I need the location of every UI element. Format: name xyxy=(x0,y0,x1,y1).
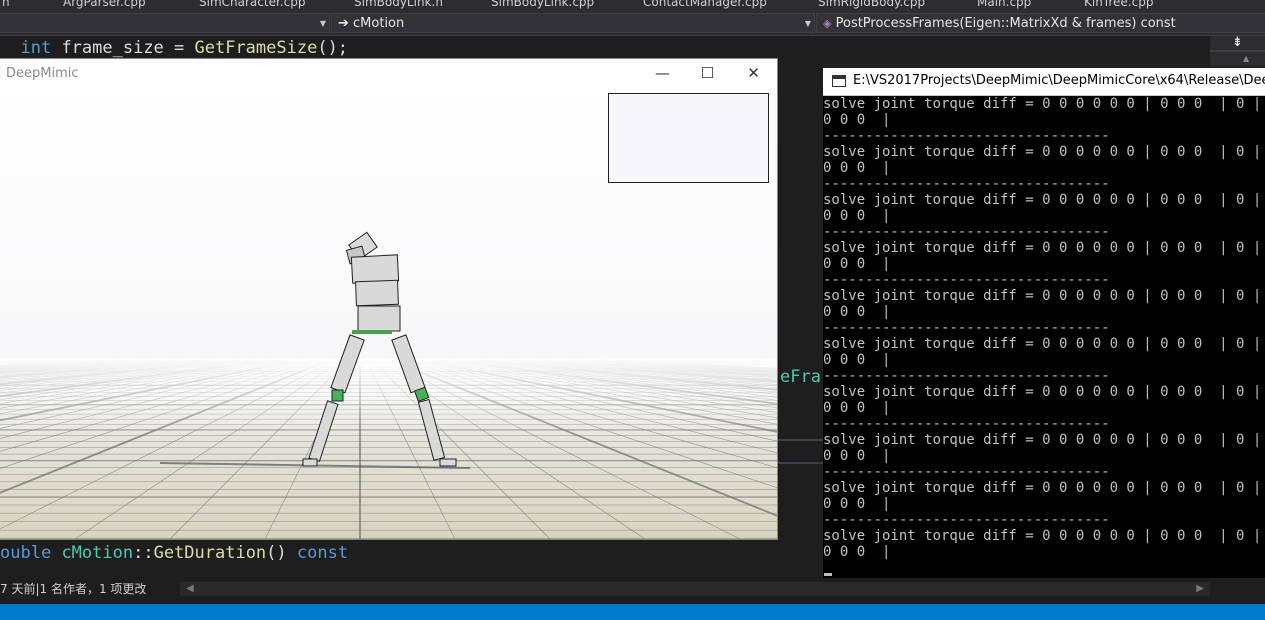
horizontal-scrollbar[interactable]: ◀ ▶ xyxy=(180,582,1210,596)
scene-canvas[interactable] xyxy=(0,88,777,539)
console-title: E:\VS2017Projects\DeepMimic\DeepMimicCor… xyxy=(853,73,1265,88)
member-label: PostProcessFrames(Eigen::MatrixXd & fram… xyxy=(835,16,1176,31)
scope-operator: :: xyxy=(133,543,154,563)
console-line: 0 0 0 | xyxy=(823,256,891,272)
editor-tab[interactable]: h xyxy=(2,0,10,9)
code-text: () xyxy=(266,543,297,563)
console-line: ---------------------------------- xyxy=(823,320,1110,336)
divider xyxy=(777,439,825,441)
left-knee xyxy=(331,389,344,402)
editor-tab[interactable]: ArgParser.cpp xyxy=(63,0,146,9)
console-line: 0 0 0 | xyxy=(823,304,891,320)
console-window[interactable]: E:\VS2017Projects\DeepMimic\DeepMimicCor… xyxy=(823,68,1265,578)
editor-tab[interactable]: SimBodyLink.h xyxy=(354,0,443,9)
codelens-info[interactable]: 7 天前|1 名作者，1 项更改 xyxy=(0,581,146,597)
console-line: ---------------------------------- xyxy=(823,416,1110,432)
left-foot xyxy=(302,458,318,467)
console-line: ---------------------------------- xyxy=(823,176,1110,192)
chest xyxy=(350,254,400,284)
console-line: solve joint torque diff = 0 0 0 0 0 0 | … xyxy=(823,240,1265,256)
console-line: 0 0 0 | xyxy=(823,208,891,224)
console-titlebar[interactable]: E:\VS2017Projects\DeepMimic\DeepMimicCor… xyxy=(823,68,1265,96)
scope-label: ➔ cMotion xyxy=(338,16,405,31)
member-dropdown[interactable]: ◈ PostProcessFrames(Eigen::MatrixXd & fr… xyxy=(816,13,1265,33)
console-line: 0 0 0 | xyxy=(823,352,891,368)
code-line[interactable]: int frame_size = GetFrameSize(); xyxy=(0,36,1210,60)
console-line: 0 0 0 | xyxy=(823,448,891,464)
right-foot xyxy=(439,458,457,467)
console-line: ---------------------------------- xyxy=(823,224,1110,240)
console-line: 0 0 0 | xyxy=(823,496,891,512)
navigation-bar: ▼ ➔ cMotion ▼ ◈ PostProcessFrames(Eigen:… xyxy=(0,11,1265,36)
status-bar xyxy=(0,604,1265,620)
code-fragment: eFra xyxy=(780,367,821,387)
function-name: GetDuration xyxy=(153,543,267,563)
code-line[interactable]: ouble cMotion::GetDuration() const xyxy=(0,541,348,565)
console-line: solve joint torque diff = 0 0 0 0 0 0 | … xyxy=(823,480,1265,496)
close-button[interactable]: ✕ xyxy=(731,59,776,88)
editor-tab[interactable]: SimRigidBody.cpp xyxy=(818,0,925,9)
keyword-const: const xyxy=(296,543,349,563)
class-name: cMotion xyxy=(61,543,134,563)
code-text: frame_size = xyxy=(51,38,195,58)
split-window-icon[interactable]: ⇟ xyxy=(1210,36,1265,50)
console-line: 0 0 0 | xyxy=(823,160,891,176)
console-line: ---------------------------------- xyxy=(823,272,1110,288)
editor-tab[interactable]: ContactManager.cpp xyxy=(643,0,767,9)
window-titlebar[interactable]: DeepMimic — ☐ ✕ xyxy=(0,59,777,88)
chevron-down-icon: ▼ xyxy=(319,19,326,28)
console-line: solve joint torque diff = 0 0 0 0 0 0 | … xyxy=(823,192,1265,208)
divider xyxy=(777,462,825,464)
editor-tab[interactable]: Main.cpp xyxy=(977,0,1031,9)
deepmimic-window[interactable]: DeepMimic — ☐ ✕ xyxy=(0,59,777,539)
keyword-int: int xyxy=(20,38,52,58)
inset-view-box xyxy=(608,93,769,183)
simulation-viewport[interactable] xyxy=(0,88,777,539)
console-line: ---------------------------------- xyxy=(823,464,1110,480)
abdomen xyxy=(355,279,399,307)
console-line: ---------------------------------- xyxy=(823,512,1110,528)
editor-tab-strip: h ArgParser.cpp SimCharacter.cpp SimBody… xyxy=(0,0,1265,11)
editor-tab[interactable]: SimCharacter.cpp xyxy=(199,0,305,9)
code-text: (); xyxy=(317,38,349,58)
console-line: solve joint torque diff = 0 0 0 0 0 0 | … xyxy=(823,528,1265,544)
chevron-down-icon: ▼ xyxy=(804,19,811,28)
console-line: 0 0 0 | xyxy=(823,400,891,416)
console-line: 0 0 0 | xyxy=(823,544,891,560)
console-line: ---------------------------------- xyxy=(823,128,1110,144)
console-line: solve joint torque diff = 0 0 0 0 0 0 | … xyxy=(823,288,1265,304)
console-line: solve joint torque diff = 0 0 0 0 0 0 | … xyxy=(823,384,1265,400)
hip-marker xyxy=(352,330,392,334)
console-line: solve joint torque diff = 0 0 0 0 0 0 | … xyxy=(823,336,1265,352)
console-line: ---------------------------------- xyxy=(823,368,1110,384)
console-line: 0 0 0 | xyxy=(823,112,891,128)
function-name: GetFrameSize xyxy=(194,38,318,58)
horizon-fog xyxy=(0,358,777,438)
scope-dropdown[interactable]: ➔ cMotion ▼ xyxy=(331,13,815,33)
console-line: solve joint torque diff = 0 0 0 0 0 0 | … xyxy=(823,144,1265,160)
editor-tab[interactable]: KinTree.cpp xyxy=(1084,0,1153,9)
divider xyxy=(1210,50,1265,52)
console-line: solve joint torque diff = 0 0 0 0 0 0 | … xyxy=(823,96,1265,112)
window-title: DeepMimic xyxy=(6,66,79,81)
scroll-up-icon[interactable]: ▲ xyxy=(1243,54,1249,63)
vertical-scrollbar[interactable]: ⇟ ▲ xyxy=(1210,36,1265,66)
maximize-button[interactable]: ☐ xyxy=(685,59,730,88)
minimize-button[interactable]: — xyxy=(640,59,685,88)
console-output[interactable]: solve joint torque diff = 0 0 0 0 0 0 | … xyxy=(823,96,1265,578)
text-cursor xyxy=(824,573,832,576)
pelvis xyxy=(357,305,401,332)
scroll-right-icon[interactable]: ▶ xyxy=(1196,582,1204,596)
editor-tab[interactable]: SimBodyLink.cpp xyxy=(491,0,594,9)
console-line: solve joint torque diff = 0 0 0 0 0 0 | … xyxy=(823,432,1265,448)
console-icon xyxy=(832,75,846,87)
method-icon: ◈ xyxy=(823,17,832,30)
scroll-left-icon[interactable]: ◀ xyxy=(186,582,194,596)
project-dropdown[interactable]: ▼ xyxy=(0,13,330,33)
keyword-double: ouble xyxy=(0,543,52,563)
